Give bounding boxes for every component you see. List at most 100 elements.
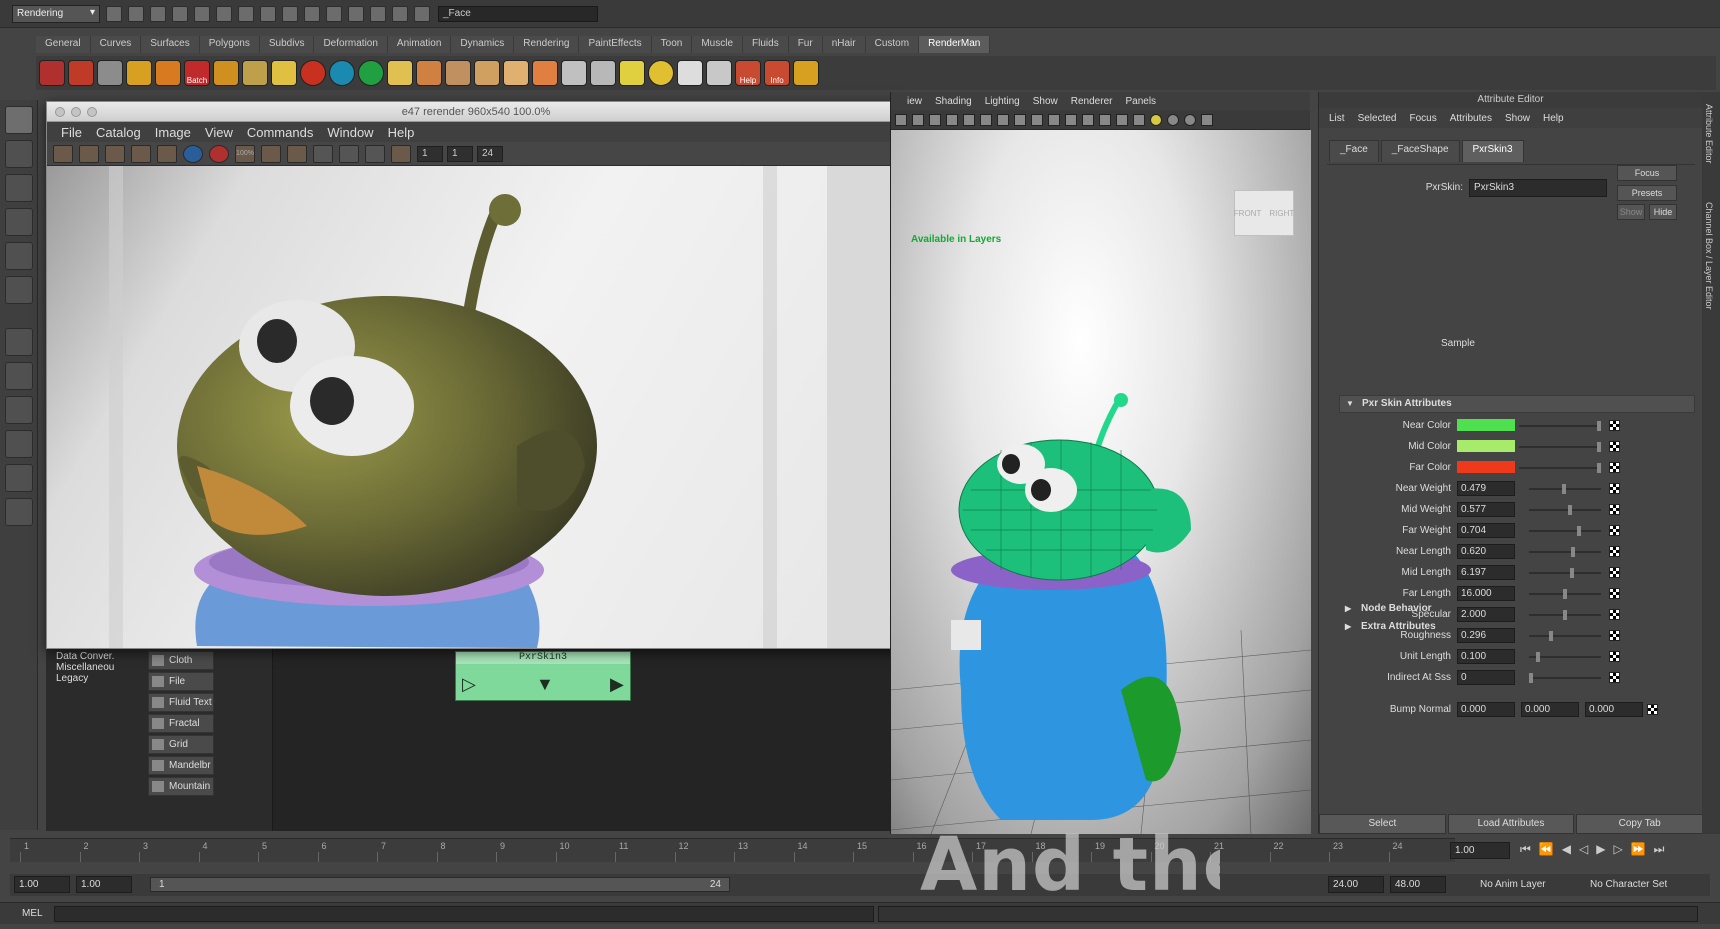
slider-handle[interactable] [1570, 568, 1574, 578]
far-color-map-icon[interactable] [1609, 462, 1620, 473]
step-back-frame-icon[interactable]: ◀︎ [1562, 842, 1571, 857]
shelf-tab-subdivs[interactable]: Subdivs [259, 36, 315, 53]
viewport-menu-show[interactable]: Show [1033, 96, 1058, 107]
scale-tool-icon[interactable] [5, 276, 33, 304]
rman-pin-icon[interactable] [619, 60, 645, 86]
render-region-icon[interactable] [79, 144, 99, 163]
shelf-tab-dynamics[interactable]: Dynamics [451, 36, 515, 53]
slider-handle[interactable] [1536, 652, 1540, 662]
menu-catalog[interactable]: Catalog [96, 125, 141, 140]
shelf-tab-fluids[interactable]: Fluids [743, 36, 789, 53]
isolate-icon[interactable] [1184, 113, 1196, 126]
grid-toggle-icon[interactable] [963, 113, 975, 126]
tab-faceshape[interactable]: _FaceShape [1380, 140, 1460, 162]
frame-end-field[interactable]: 24 [477, 145, 503, 162]
pxr-skin-attributes-header[interactable]: Pxr Skin Attributes [1339, 395, 1695, 413]
color-channel-icon[interactable] [183, 144, 203, 163]
shelf-tab-fur[interactable]: Fur [788, 36, 823, 53]
texture-mountain[interactable]: Mountain [148, 777, 214, 796]
bump-normal-map-icon[interactable] [1647, 704, 1658, 715]
shelf-tab-animation[interactable]: Animation [387, 36, 452, 53]
rman-magnifier-icon[interactable] [590, 60, 616, 86]
image-plane-icon[interactable] [946, 113, 958, 126]
playback-end-field[interactable]: 24.00 [1328, 876, 1384, 893]
rman-bowl-icon[interactable] [532, 60, 558, 86]
rman-red-sphere-icon[interactable] [300, 60, 326, 86]
time-slider[interactable]: 1 2 3 4 5 6 7 8 9 10 11 12 13 14 15 16 17 18 19 20 21 22 23 24 [10, 838, 1455, 862]
shelf-tab-curves[interactable]: Curves [90, 36, 142, 53]
ae-menu-help[interactable]: Help [1543, 113, 1564, 124]
rman-move-icon[interactable] [677, 60, 703, 86]
anim-end-field[interactable]: 48.00 [1390, 876, 1446, 893]
refresh-icon[interactable] [157, 144, 177, 163]
camera-icon[interactable] [895, 113, 907, 126]
category-item[interactable]: Miscellaneou [56, 662, 146, 673]
shelf-tab-polygons[interactable]: Polygons [199, 36, 260, 53]
shelf-tab-rendering[interactable]: Rendering [514, 36, 580, 53]
select-object-icon[interactable] [194, 5, 210, 22]
near-color-swatch[interactable] [1457, 419, 1515, 431]
frame-current-field[interactable]: 1 [447, 145, 473, 162]
attr-map-icon[interactable] [1609, 546, 1620, 557]
rman-stop-icon[interactable] [155, 60, 181, 86]
move-tool-icon[interactable] [5, 208, 33, 236]
step-forward-key-icon[interactable]: ⏩ [1631, 842, 1646, 857]
snap-view-icon[interactable] [304, 5, 320, 22]
texture-fluid[interactable]: Fluid Text [148, 693, 214, 712]
render-settings-icon[interactable] [414, 5, 430, 22]
texture-mandelbrot[interactable]: Mandelbr [148, 756, 214, 775]
wireframe-icon[interactable] [1082, 113, 1094, 126]
shelf-tab-nhair[interactable]: nHair [822, 36, 866, 53]
rman-hand-icon[interactable] [503, 60, 529, 86]
presets-button[interactable]: Presets [1617, 185, 1677, 201]
side-tab-channel-box[interactable]: Channel Box / Layer Editor [1704, 202, 1714, 310]
shelf-tab-painteffects[interactable]: PaintEffects [579, 36, 652, 53]
anim-layer-dropdown[interactable]: No Anim Layer [1480, 879, 1546, 890]
tab-pxrskin3[interactable]: PxrSkin3 [1461, 140, 1524, 162]
snapshot-icon[interactable] [105, 144, 125, 163]
attr-map-icon[interactable] [1609, 504, 1620, 515]
range-slider[interactable]: 1 24 [150, 877, 730, 892]
rman-light-icon[interactable] [271, 60, 297, 86]
last-frame-icon[interactable] [365, 144, 385, 163]
menu-commands[interactable]: Commands [247, 125, 313, 140]
play-backward-icon[interactable]: ◁ [1579, 842, 1588, 857]
viewport-menu-panels[interactable]: Panels [1125, 96, 1156, 107]
texture-cloth[interactable]: Cloth [148, 651, 214, 670]
layout-single-icon[interactable] [5, 328, 33, 356]
gate-mask-icon[interactable] [1014, 113, 1026, 126]
node-graph[interactable]: PxrSkin3 ▷ ▼ ▶ [272, 649, 902, 831]
textured-icon[interactable] [1116, 113, 1128, 126]
mid-color-swatch[interactable] [1457, 440, 1515, 452]
keep-image-icon[interactable] [261, 144, 281, 163]
slider-handle[interactable] [1568, 505, 1572, 515]
menu-set-dropdown[interactable]: Rendering [12, 4, 100, 23]
rman-eye-icon[interactable] [242, 60, 268, 86]
current-frame-field[interactable]: 1.00 [1450, 842, 1510, 859]
new-scene-icon[interactable] [106, 5, 122, 22]
attr-value-field[interactable]: 0.620 [1457, 544, 1515, 559]
go-to-end-icon[interactable]: ⏭ [1654, 842, 1665, 857]
attr-map-icon[interactable] [1609, 651, 1620, 662]
texture-fractal[interactable]: Fractal [148, 714, 214, 733]
show-button[interactable]: Show [1617, 204, 1645, 220]
node-input-icon[interactable]: ▷ [462, 674, 476, 695]
ipr-icon[interactable] [131, 144, 151, 163]
render-frame-icon[interactable] [370, 5, 386, 22]
anim-start-field[interactable]: 1.00 [14, 876, 70, 893]
shelf-tab-toon[interactable]: Toon [651, 36, 693, 53]
frame-start-field[interactable]: 1 [417, 145, 443, 162]
attr-value-field[interactable]: 0.100 [1457, 649, 1515, 664]
rman-clapper-icon[interactable] [68, 60, 94, 86]
layout-persp-graph-icon[interactable] [5, 430, 33, 458]
attr-value-field[interactable]: 0.704 [1457, 523, 1515, 538]
slider-handle[interactable] [1563, 589, 1567, 599]
node-behavior-header[interactable]: Node Behavior [1339, 601, 1695, 619]
shelf-tab-muscle[interactable]: Muscle [692, 36, 744, 53]
near-color-map-icon[interactable] [1609, 420, 1620, 431]
layout-outliner-icon[interactable] [5, 464, 33, 492]
select-tool-icon[interactable] [5, 106, 33, 134]
rman-info-icon[interactable]: Info [764, 60, 790, 86]
menu-window[interactable]: Window [327, 125, 373, 140]
attr-map-icon[interactable] [1609, 672, 1620, 683]
